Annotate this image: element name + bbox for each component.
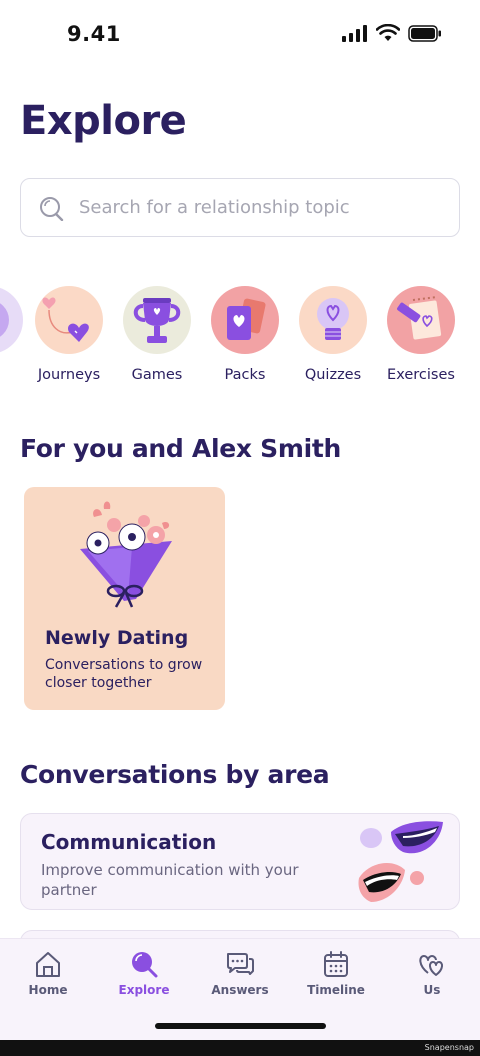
tab-timeline[interactable]: Timeline <box>288 949 384 997</box>
category-label: Journeys <box>37 367 101 383</box>
chat-bubbles-icon <box>227 953 254 975</box>
bouquet-icon <box>80 501 172 608</box>
tab-label: Answers <box>211 983 269 997</box>
for-you-heading: For you and Alex Smith <box>20 434 341 463</box>
trophy-icon <box>123 286 191 354</box>
category-packs[interactable]: Packs <box>200 286 290 383</box>
signal-icon <box>342 24 367 42</box>
card-title: Newly Dating <box>45 627 189 649</box>
card-title: Communication <box>41 830 217 854</box>
category-label: Packs <box>224 367 266 383</box>
tab-label: Us <box>423 983 441 997</box>
status-time: 9.41 <box>67 22 121 46</box>
category-exercises[interactable]: Exercises <box>376 286 466 383</box>
card-subtitle: Conversations to grow closer together <box>45 657 203 691</box>
category-quizzes[interactable]: Quizzes <box>288 286 378 383</box>
cards-icon <box>211 286 279 354</box>
battery-icon <box>408 24 441 42</box>
category-journeys[interactable]: Journeys <box>24 286 114 383</box>
status-icons <box>342 24 442 42</box>
tab-explore[interactable]: Explore <box>96 949 192 997</box>
status-bar: 9.41 <box>0 0 480 72</box>
notepad-icon <box>387 286 455 354</box>
tab-us[interactable]: Us <box>384 949 480 997</box>
search-icon <box>40 196 64 221</box>
communication-card[interactable]: Communication Improve communication with… <box>20 813 460 910</box>
newly-dating-card[interactable]: Newly Dating Conversations to grow close… <box>24 487 225 710</box>
wifi-icon <box>376 24 400 41</box>
category-games[interactable]: Games <box>112 286 202 383</box>
tab-answers[interactable]: Answers <box>192 949 288 997</box>
card-subtitle: Improve communication with your partner <box>41 861 299 899</box>
bottom-strip <box>0 1040 480 1056</box>
explore-icon <box>132 952 158 978</box>
category-label: Games <box>131 367 183 383</box>
category-carousel[interactable]: ns Journeys Games <box>0 286 480 390</box>
search-box[interactable] <box>20 178 460 237</box>
page-title: Explore <box>20 98 187 144</box>
category-label: Exercises <box>387 367 455 383</box>
search-input[interactable] <box>79 197 449 218</box>
tab-label: Home <box>28 983 68 997</box>
areas-heading: Conversations by area <box>20 760 330 789</box>
tab-label: Timeline <box>307 983 365 997</box>
home-icon <box>36 952 60 977</box>
home-indicator <box>155 1023 326 1029</box>
hearts-icon <box>419 955 443 976</box>
calendar-icon <box>324 951 348 977</box>
tab-home[interactable]: Home <box>0 949 96 997</box>
lips-icon <box>358 821 443 902</box>
tab-label: Explore <box>118 983 170 997</box>
conversations-icon <box>0 286 23 354</box>
watermark: Snapensnap <box>424 1043 474 1052</box>
lightbulb-icon <box>299 286 367 354</box>
category-label: Quizzes <box>304 367 362 383</box>
journeys-icon <box>35 286 103 354</box>
